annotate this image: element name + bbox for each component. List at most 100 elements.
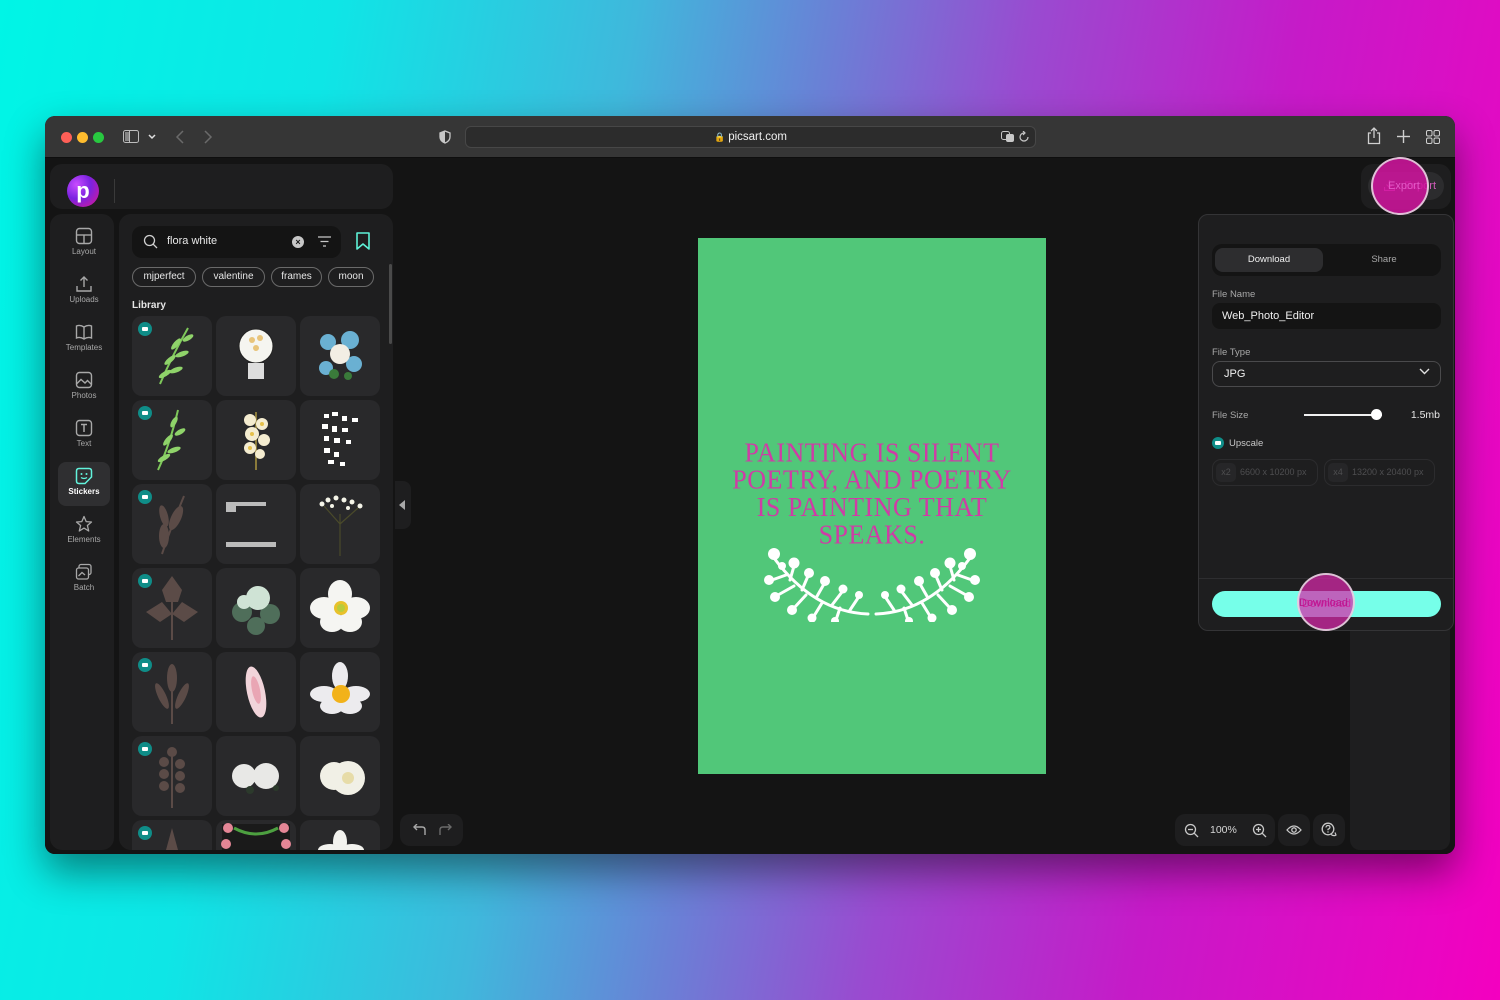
file-name-input[interactable]: Web_Photo_Editor [1212, 303, 1441, 329]
sticker-tile-white-anemone[interactable] [300, 568, 380, 648]
file-name-label: File Name [1212, 289, 1256, 300]
white-anemone-image [310, 580, 370, 632]
picsart-logo[interactable]: p [67, 175, 99, 207]
clear-search-icon[interactable]: × [292, 236, 304, 248]
sidebar-icon[interactable] [123, 130, 139, 143]
redo-icon[interactable] [438, 824, 454, 836]
sticker-tile-floral-lace-borders[interactable] [216, 484, 296, 564]
help-button[interactable] [1313, 814, 1345, 846]
upscale-x2-option[interactable]: x2 6600 x 10200 px [1212, 459, 1318, 486]
panel-scrollbar[interactable] [389, 264, 392, 344]
nav-text[interactable]: Text [58, 414, 110, 458]
sticker-icon [75, 467, 93, 485]
preview-button[interactable] [1278, 814, 1310, 846]
tab-overview-icon[interactable] [1426, 130, 1440, 144]
sticker-tile-brown-fern-sprig[interactable] [132, 736, 212, 816]
nav-layout-label: Layout [71, 247, 97, 256]
premium-crown-icon [138, 406, 152, 420]
share-icon[interactable] [1367, 127, 1381, 145]
new-tab-icon[interactable] [1397, 130, 1410, 143]
chip-moon[interactable]: moon [328, 267, 374, 287]
nav-uploads-label: Uploads [69, 295, 99, 304]
sticker-tile-brown-spike[interactable] [132, 820, 212, 850]
history-controls [400, 814, 463, 846]
sticker-tile-babys-breath[interactable] [300, 484, 380, 564]
zoom-out-icon[interactable] [1184, 823, 1199, 838]
collapse-panel-button[interactable] [395, 481, 411, 529]
chip-mjperfect[interactable]: mjperfect [132, 267, 196, 287]
star-icon [75, 515, 93, 532]
premium-crown-icon [138, 490, 152, 504]
app-header: p [50, 164, 393, 209]
sticker-tile-white-water-lily[interactable] [300, 652, 380, 732]
batch-icon [75, 563, 92, 580]
sticker-tile-green-leafy-branch[interactable] [132, 316, 212, 396]
sticker-tile-white-lily[interactable] [300, 820, 380, 850]
nav-layout[interactable]: Layout [58, 222, 110, 266]
nav-stickers-label: Stickers [68, 487, 100, 496]
bookmark-icon[interactable] [355, 232, 371, 250]
nav-templates[interactable]: Templates [58, 318, 110, 362]
sticker-tile-brown-leaf-sprig[interactable] [132, 484, 212, 564]
nav-templates-label: Templates [65, 343, 103, 352]
filter-icon[interactable] [318, 236, 331, 247]
close-window-button[interactable] [61, 132, 72, 143]
translate-icon[interactable] [1001, 131, 1015, 143]
zoom-window-button[interactable] [93, 132, 104, 143]
search-value: flora white [167, 235, 218, 247]
file-size-slider-thumb[interactable] [1371, 409, 1383, 420]
rose-frame-image [221, 823, 291, 850]
sticker-tile-white-petal-scatter[interactable] [300, 400, 380, 480]
upscale-x2-multiplier: x2 [1216, 463, 1236, 482]
chevron-down-icon[interactable] [148, 134, 156, 140]
sticker-tile-green-leafy-branch-2[interactable] [132, 400, 212, 480]
tab-share[interactable]: Share [1330, 248, 1438, 272]
address-bar[interactable]: 🔒 picsart.com [465, 126, 1036, 148]
sticker-tile-pink-feather[interactable] [216, 652, 296, 732]
lock-icon: 🔒 [713, 132, 726, 142]
sticker-tile-white-gardenias[interactable] [216, 736, 296, 816]
upscale-x4-option[interactable]: x4 13200 x 20400 px [1324, 459, 1435, 486]
forward-icon[interactable] [203, 130, 213, 144]
nav-elements[interactable]: Elements [58, 510, 110, 554]
minimize-window-button[interactable] [77, 132, 88, 143]
shield-icon[interactable] [439, 130, 451, 144]
design-canvas[interactable]: PAINTING IS SILENT POETRY, AND POETRY IS… [698, 238, 1046, 774]
picsart-editor: p Layout Uploads Templates Photos Text S… [45, 159, 1455, 854]
premium-crown-icon [138, 574, 152, 588]
zoom-in-icon[interactable] [1252, 823, 1267, 838]
pink-feather-image [245, 666, 267, 718]
export-mode-tabs: Download Share [1212, 244, 1441, 276]
sticker-tile-blue-white-bouquet[interactable] [300, 316, 380, 396]
header-divider [114, 179, 115, 203]
sticker-tile-white-rose[interactable] [300, 736, 380, 816]
zoom-level[interactable]: 100% [1210, 824, 1237, 836]
white-gardenias-image [232, 763, 279, 794]
white-water-lily-image [310, 662, 370, 714]
nav-photos[interactable]: Photos [58, 366, 110, 410]
chip-valentine[interactable]: valentine [202, 267, 265, 287]
file-type-select[interactable]: JPG [1212, 361, 1441, 387]
back-icon[interactable] [175, 130, 185, 144]
nav-uploads[interactable]: Uploads [58, 270, 110, 314]
sticker-tile-rose-frame[interactable] [216, 820, 296, 850]
nav-batch[interactable]: Batch [58, 558, 110, 602]
library-heading: Library [132, 300, 166, 311]
help-icon [1321, 822, 1337, 837]
sticker-tile-brown-tall-leaf[interactable] [132, 652, 212, 732]
laurel-wreath-sticker[interactable] [764, 540, 980, 622]
chip-frames[interactable]: frames [271, 267, 322, 287]
reload-icon[interactable] [1018, 131, 1030, 143]
sticker-tile-flower-lightbulb[interactable] [216, 316, 296, 396]
sticker-tile-pale-peony-bouquet[interactable] [216, 568, 296, 648]
left-nav: Layout Uploads Templates Photos Text Sti… [50, 214, 114, 850]
sticker-tile-cream-blossom-branch[interactable] [216, 400, 296, 480]
sticker-search-input[interactable]: flora white × [132, 226, 341, 258]
white-lily-image [318, 830, 364, 850]
sticker-tile-brown-maple-leaf[interactable] [132, 568, 212, 648]
nav-stickers[interactable]: Stickers [58, 462, 110, 506]
tab-download[interactable]: Download [1215, 248, 1323, 272]
undo-icon[interactable] [411, 824, 427, 836]
premium-crown-icon [138, 322, 152, 336]
canvas-quote-text[interactable]: PAINTING IS SILENT POETRY, AND POETRY IS… [728, 439, 1016, 548]
